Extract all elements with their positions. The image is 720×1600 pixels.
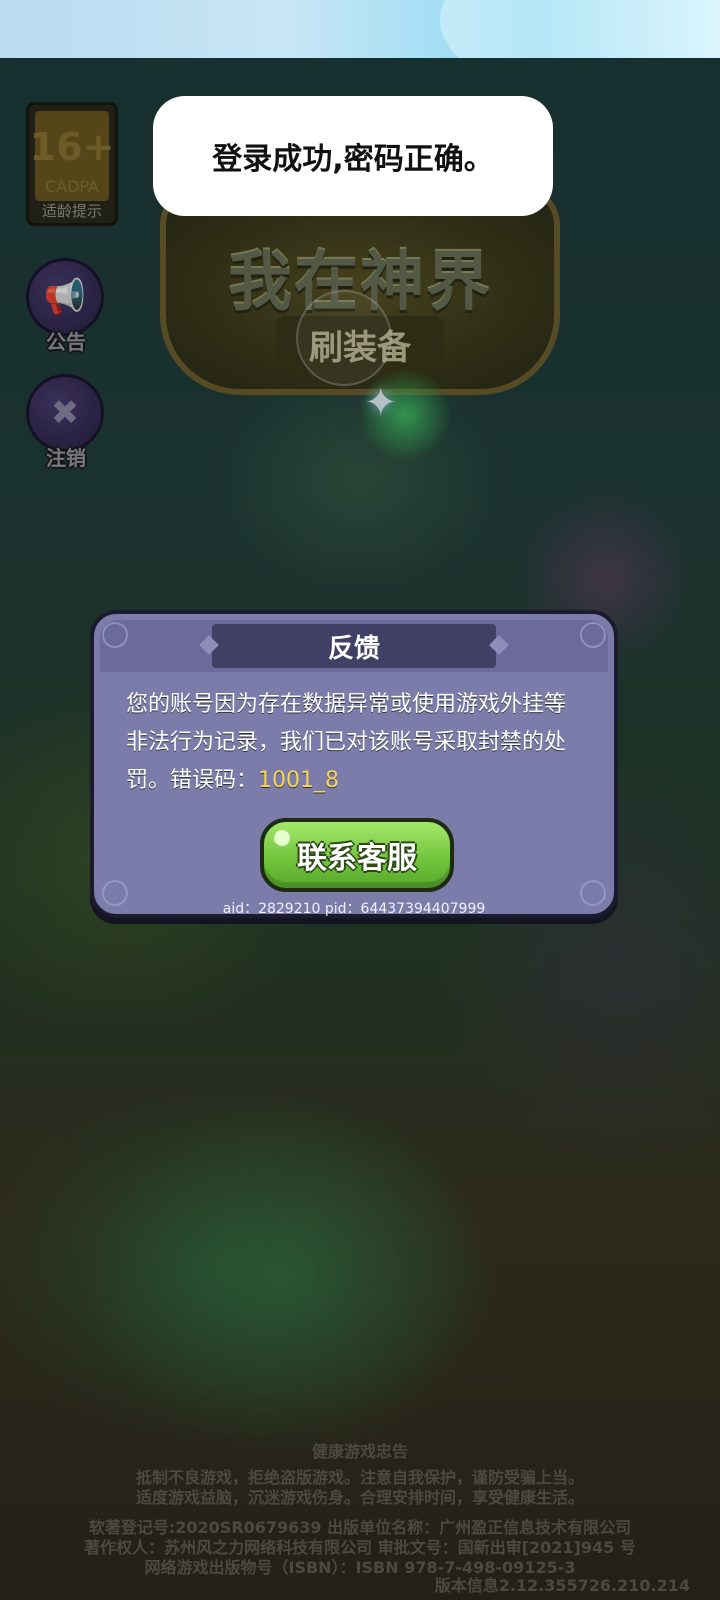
account-ids: aid：2829210 pid：64437394407999 xyxy=(222,901,486,917)
health-advice-line: 适度游戏益脑，沉迷游戏伤身。合理安排时间，享受健康生活。 xyxy=(135,1488,584,1507)
dialog-title-bar: 反馈 xyxy=(199,624,509,668)
copyright-line: 著作权人：苏州风之力网络科技有限公司 审批文号：国新出审[2021]945 号 xyxy=(84,1538,636,1557)
error-code: 1001_8 xyxy=(258,768,340,793)
contact-support-button[interactable]: 联系客服 xyxy=(260,818,454,892)
health-notice-heading: 健康游戏忠告 xyxy=(311,1442,408,1461)
top-status-area xyxy=(0,0,720,100)
feedback-dialog: 反馈 您的账号因为存在数据异常或使用游戏外挂等非法行为记录，我们已对该账号采取封… xyxy=(90,610,618,918)
login-toast-text: 登录成功,密码正确。 xyxy=(212,142,494,177)
copyright-line: 软著登记号:2020SR0679639 出版单位名称：广州盈正信息技术有限公司 xyxy=(88,1518,632,1537)
health-advice-line: 抵制不良游戏，拒绝盗版游戏。注意自我保护，谨防受骗上当。 xyxy=(135,1468,584,1487)
health-notice-footer: 健康游戏忠告 抵制不良游戏，拒绝盗版游戏。注意自我保护，谨防受骗上当。 适度游戏… xyxy=(0,1438,720,1578)
version-info: 版本信息2.12.355726.210.214 xyxy=(434,1576,690,1595)
footer-gap xyxy=(0,1508,720,1518)
button-shine xyxy=(274,830,290,846)
ban-message-text: 您的账号因为存在数据异常或使用游戏外挂等非法行为记录，我们已对该账号采取封禁的处… xyxy=(126,692,567,793)
contact-support-label: 联系客服 xyxy=(297,841,417,876)
dialog-message: 您的账号因为存在数据异常或使用游戏外挂等非法行为记录，我们已对该账号采取封禁的处… xyxy=(126,686,582,800)
login-toast: 登录成功,密码正确。 xyxy=(153,96,553,216)
dialog-title: 反馈 xyxy=(327,633,380,664)
corner-ornament-icon xyxy=(580,622,606,648)
corner-ornament-icon xyxy=(102,622,128,648)
